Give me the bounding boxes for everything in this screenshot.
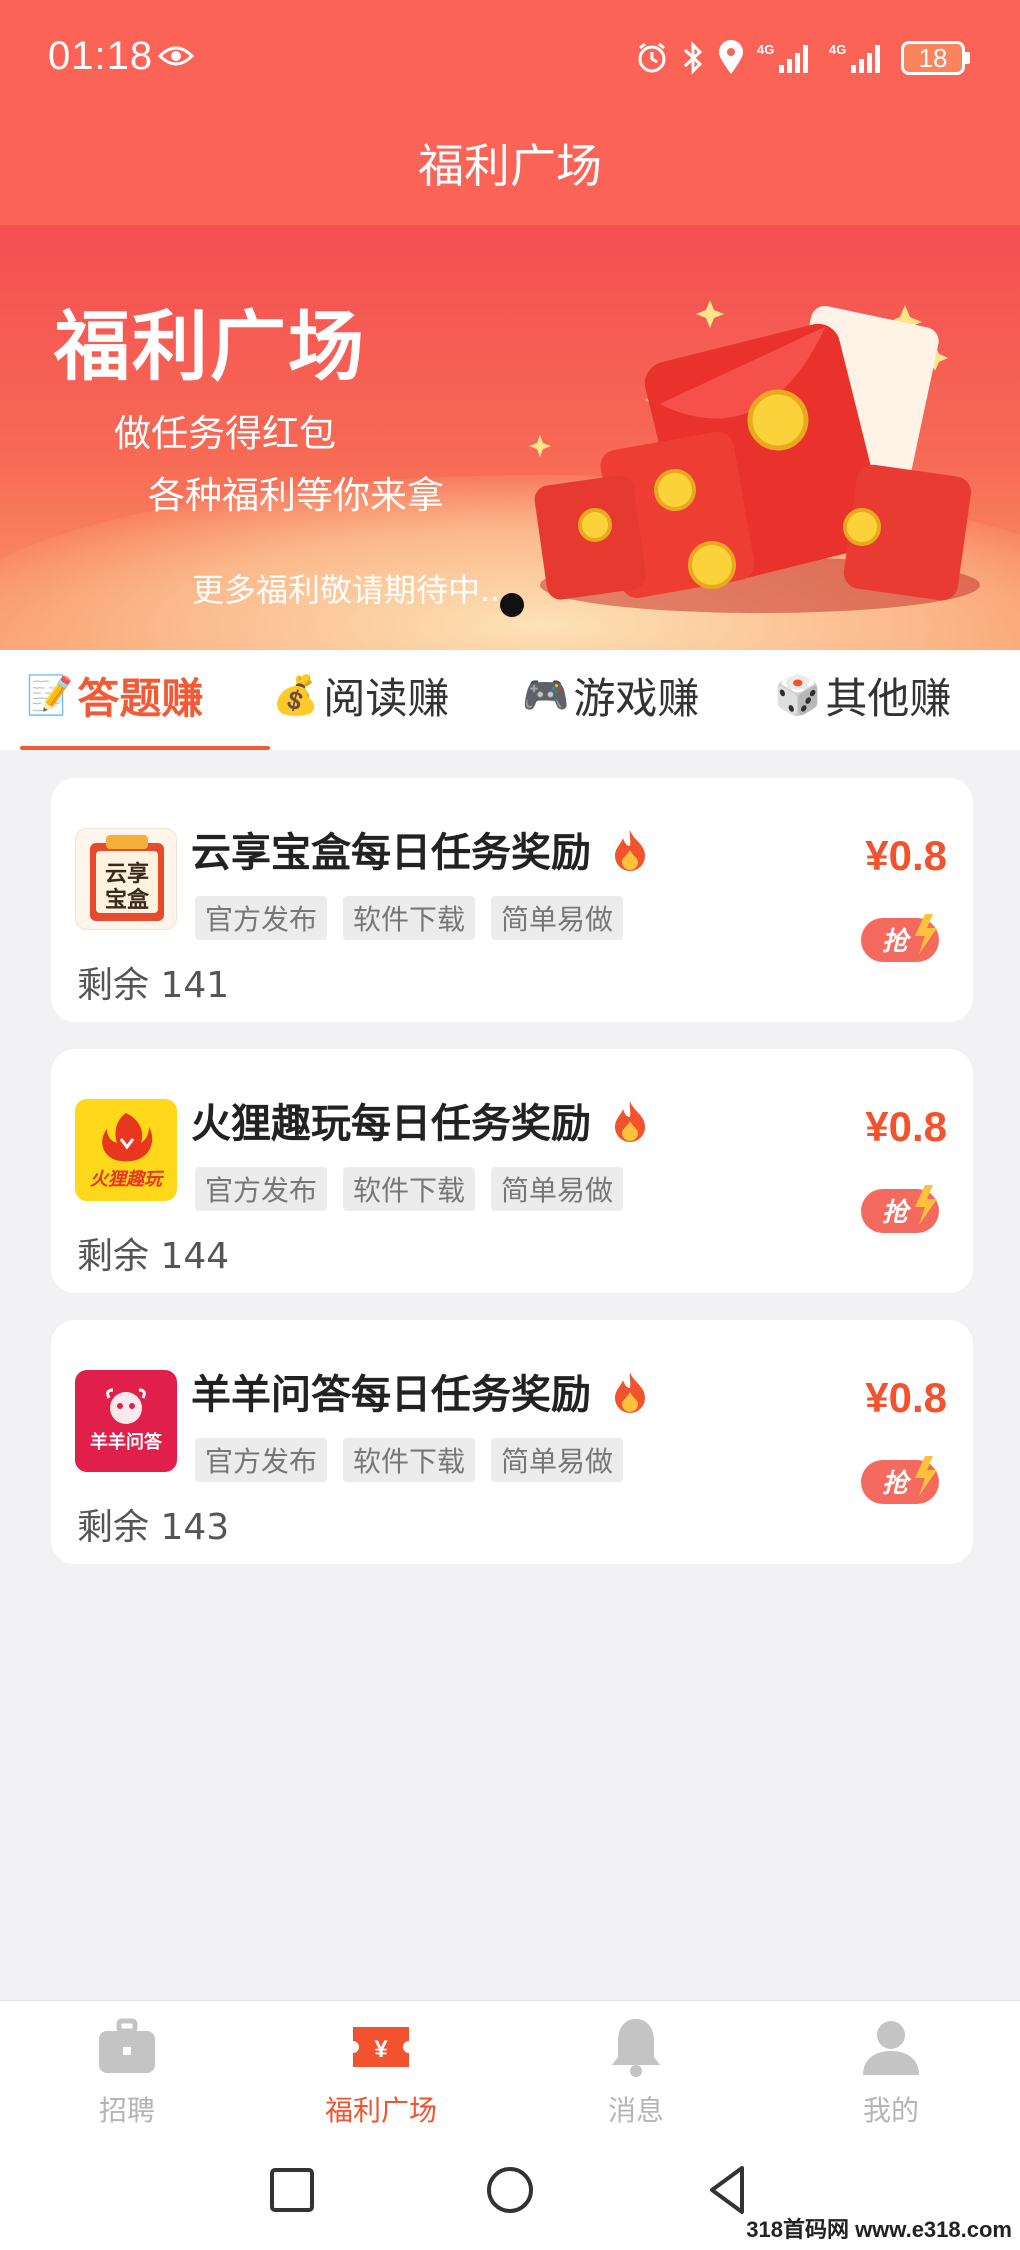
tag: 官方发布	[195, 1167, 328, 1211]
red-envelopes-illustration	[529, 300, 980, 613]
tag: 软件下载	[343, 1167, 476, 1211]
svg-text:火狸趣玩: 火狸趣玩	[90, 1169, 165, 1190]
dice-icon: 🎲	[774, 672, 822, 717]
app-logo-yunxiang: 云享 宝盒	[75, 828, 177, 930]
status-time: 01:18	[48, 34, 154, 78]
status-icons: 4G 4G 18	[635, 38, 970, 78]
grab-label: 抢	[882, 1198, 912, 1228]
nav-label: 我的	[862, 2094, 919, 2127]
nav-item-welfare[interactable]: ¥ 福利广场	[281, 2015, 481, 2129]
category-tabs: 📝 答题赚 💰 阅读赚 🎮 游戏赚 🎲 其他赚	[0, 650, 1020, 750]
battery-indicator: 18	[901, 41, 970, 75]
remaining-count: 剩余 144	[77, 1236, 230, 1277]
task-tags: 官方发布 软件下载 简单易做	[195, 1438, 624, 1482]
app-logo-yangyang: 羊羊问答	[75, 1370, 177, 1472]
bell-icon	[612, 2019, 660, 2077]
nav-item-profile[interactable]: 我的	[791, 2015, 991, 2129]
svg-text:云享: 云享	[105, 861, 149, 887]
tag: 软件下载	[343, 1438, 476, 1482]
svg-text:宝盒: 宝盒	[105, 887, 150, 913]
briefcase-icon	[99, 2018, 155, 2073]
recent-apps-button[interactable]	[262, 2160, 322, 2220]
task-title: 火狸趣玩每日任务奖励	[191, 1101, 591, 1147]
banner-subtitle-3: 更多福利敬请期待中...	[192, 571, 511, 609]
fire-icon	[615, 1372, 645, 1413]
bottom-nav: 招聘 ¥ 福利广场 消息 我的	[0, 2000, 1020, 2136]
fire-icon	[615, 1101, 645, 1142]
task-tags: 官方发布 软件下载 简单易做	[195, 1167, 624, 1211]
signal-4g-2-icon: 4G	[829, 42, 880, 73]
tag: 简单易做	[491, 896, 624, 940]
nav-item-recruit[interactable]: 招聘	[27, 2015, 227, 2129]
tag: 官方发布	[195, 896, 328, 940]
task-card[interactable]: 火狸趣玩 火狸趣玩每日任务奖励 官方发布 软件下载 简单易做 剩余 144 ¥0…	[51, 1049, 973, 1293]
reward-price: ¥0.8	[865, 832, 947, 879]
alarm-icon	[638, 42, 666, 73]
reward-price: ¥0.8	[865, 1374, 947, 1421]
watermark-text: 318首码网 www.e318.com	[746, 2217, 1012, 2242]
svg-text:4G: 4G	[829, 42, 846, 57]
banner-subtitle-1: 做任务得红包	[114, 412, 336, 455]
app-logo-huoli: 火狸趣玩	[75, 1099, 177, 1201]
nav-label: 消息	[607, 2094, 664, 2127]
grab-button[interactable]: 抢	[859, 912, 943, 966]
tag: 简单易做	[491, 1438, 624, 1482]
grab-button[interactable]: 抢	[859, 1183, 943, 1237]
tab-label: 答题赚	[77, 673, 204, 723]
banner-subtitle-2: 各种福利等你来拿	[148, 474, 444, 517]
page-title: 福利广场	[418, 139, 602, 193]
task-card[interactable]: 羊羊问答 羊羊问答每日任务奖励 官方发布 软件下载 简单易做 剩余 143 ¥0…	[51, 1320, 973, 1564]
task-tags: 官方发布 软件下载 简单易做	[195, 896, 624, 940]
grab-label: 抢	[882, 927, 912, 957]
tag: 软件下载	[343, 896, 476, 940]
task-title: 羊羊问答每日任务奖励	[191, 1372, 591, 1418]
grab-button[interactable]: 抢	[859, 1454, 943, 1508]
tab-other-earn[interactable]: 🎲 其他赚	[774, 664, 951, 726]
active-tab-indicator	[20, 746, 270, 750]
remaining-count: 剩余 143	[77, 1507, 230, 1548]
tab-read-earn[interactable]: 💰 阅读赚	[272, 664, 449, 726]
user-icon	[863, 2021, 919, 2075]
system-nav-bar: 318首码网 www.e318.com	[0, 2136, 1020, 2250]
tag: 官方发布	[195, 1438, 328, 1482]
promo-banner[interactable]: 福利广场 做任务得红包 各种福利等你来拿 更多福利敬请期待中...	[0, 225, 1020, 650]
tab-label: 阅读赚	[323, 673, 450, 723]
nav-label: 福利广场	[324, 2094, 437, 2127]
battery-level: 18	[901, 41, 965, 75]
tab-answer-earn[interactable]: 📝 答题赚	[26, 664, 203, 726]
task-card[interactable]: 云享 宝盒 云享宝盒每日任务奖励 官方发布 软件下载 简单易做 剩余 141 ¥…	[51, 778, 973, 1022]
signal-4g-icon: 4G	[757, 42, 808, 73]
back-button[interactable]	[698, 2160, 758, 2220]
svg-text:羊羊问答: 羊羊问答	[90, 1431, 163, 1453]
tab-game-earn[interactable]: 🎮 游戏赚	[522, 664, 699, 726]
bluetooth-icon	[683, 41, 703, 75]
home-button[interactable]	[480, 2160, 540, 2220]
app-header: 01:18 4G 4G 18 福利广场	[0, 0, 1020, 225]
ticket-icon: ¥	[353, 2027, 409, 2067]
tag: 简单易做	[491, 1167, 624, 1211]
fire-icon	[615, 830, 645, 871]
svg-text:4G: 4G	[757, 42, 774, 57]
ticket-symbol: ¥	[374, 2036, 388, 2063]
tab-label: 游戏赚	[573, 673, 700, 723]
location-icon	[719, 40, 743, 74]
status-bar: 01:18 4G 4G 18	[0, 0, 1020, 118]
tab-label: 其他赚	[825, 673, 952, 723]
gamepad-icon: 🎮	[522, 672, 570, 717]
task-title: 云享宝盒每日任务奖励	[191, 830, 591, 876]
remaining-count: 剩余 141	[77, 965, 230, 1006]
memo-icon: 📝	[26, 672, 74, 717]
nav-label: 招聘	[98, 2094, 155, 2127]
banner-title: 福利广场	[54, 302, 366, 391]
reward-price: ¥0.8	[865, 1103, 947, 1150]
grab-label: 抢	[882, 1469, 912, 1499]
nav-item-messages[interactable]: 消息	[536, 2015, 736, 2129]
eye-icon	[158, 46, 194, 66]
money-bag-icon: 💰	[272, 672, 320, 717]
